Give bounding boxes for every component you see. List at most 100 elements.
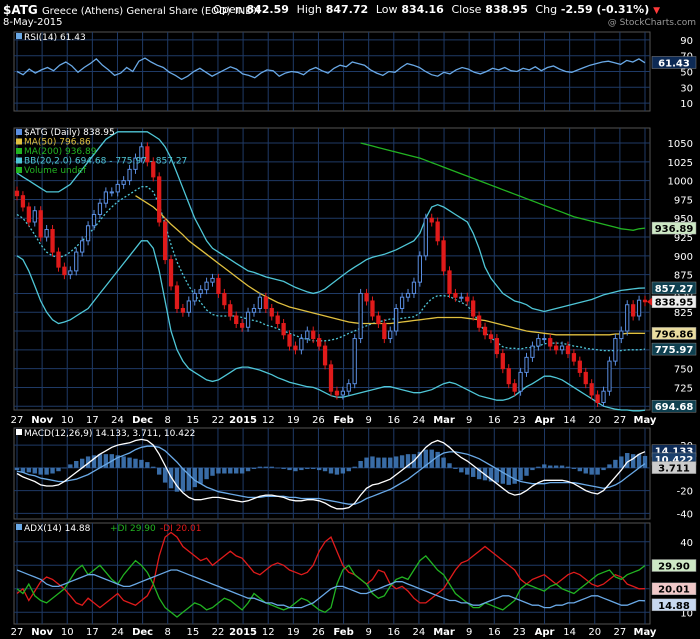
candle-body [417, 255, 423, 283]
macd-histogram-bar [358, 460, 363, 468]
x-tick-label: 16 [387, 627, 400, 638]
x-tick-label: 9 [466, 415, 472, 426]
candle-body [471, 300, 476, 317]
macd-histogram-bar [145, 462, 150, 468]
macd-histogram-bar [305, 467, 310, 469]
x-tick-label: Nov [31, 627, 53, 638]
x-tick-label: 20 [588, 627, 601, 638]
x-tick-label: Mar [433, 627, 455, 638]
candle-body [607, 360, 612, 392]
price-legend-2: MA(200) 936.89 [24, 147, 97, 157]
macd-histogram-bar [311, 467, 316, 469]
macd-histogram-bar [222, 467, 227, 474]
x-tick-label: 19 [287, 627, 300, 638]
x-tick-label: 14 [563, 627, 576, 638]
x-tick-label: 10 [61, 415, 74, 426]
chart-canvas: 9070503010RSI(14) 61.4361.43105010251000… [11, 31, 697, 638]
x-tick-label: 8 [165, 415, 171, 426]
x-tick-label: May [634, 627, 657, 638]
rsi-tick-label: 10 [680, 99, 693, 110]
bb-lower-tag: 694.68 [655, 402, 694, 413]
macd-histogram-bar [32, 467, 37, 474]
plus-di-legend: +DI 29.90 [110, 524, 156, 534]
candle-body [180, 307, 186, 313]
macd-histogram-bar [245, 467, 251, 472]
candle-body [340, 390, 345, 396]
x-tick-label: 17 [86, 415, 99, 426]
candle-body [352, 338, 357, 385]
candle-body [26, 206, 31, 223]
rsi-tick-label: 90 [680, 36, 693, 47]
candle-body [500, 353, 505, 370]
candle-body [234, 315, 239, 325]
candle-body [346, 383, 351, 392]
candle-body [453, 292, 458, 298]
candle-body [263, 296, 268, 309]
macd-histogram-bar [500, 467, 506, 484]
candle-body [636, 299, 642, 317]
candle-body [399, 296, 405, 309]
candle-body [121, 180, 126, 185]
candle-body [56, 251, 61, 268]
candle-body [631, 304, 636, 317]
macd-tick-label: -40 [677, 509, 693, 520]
x-tick-label: 16 [488, 415, 501, 426]
x-tick-label: 27 [614, 415, 627, 426]
candle-body [168, 259, 174, 287]
macd-histogram-bar [512, 467, 517, 484]
price-legend-swatch [16, 167, 22, 173]
macd-histogram-bar [601, 467, 606, 471]
macd-histogram-bar [589, 467, 594, 475]
price-legend-4: Volume undef [24, 166, 87, 176]
price-tick-label: 875 [674, 271, 693, 282]
candle-body [388, 330, 393, 340]
candle-body [411, 281, 417, 294]
x-tick-label: 22 [212, 415, 225, 426]
candle-body [328, 364, 334, 392]
macd-histogram-bar [340, 467, 346, 474]
macd-histogram-bar [364, 457, 369, 468]
macd-histogram-bar [192, 467, 197, 488]
candle-body [577, 360, 582, 373]
candle-body [559, 345, 565, 351]
x-tick-label: 24 [413, 415, 426, 426]
macd-histogram-bar [376, 457, 381, 468]
candle-body [275, 315, 280, 325]
macd-histogram-bar [328, 467, 334, 474]
candle-body [91, 213, 97, 227]
macd-histogram-bar [263, 466, 269, 468]
candle-body [435, 221, 440, 242]
ma200-tag: 936.89 [655, 224, 694, 235]
macd-histogram-bar [583, 467, 588, 474]
macd-histogram-bar [293, 467, 298, 472]
macd-histogram-bar [97, 454, 103, 468]
macd-legend-swatch [16, 429, 22, 435]
candle-body [583, 371, 588, 385]
macd-histogram-bar [393, 456, 399, 468]
macd-histogram-bar [287, 467, 292, 471]
candle-body [482, 326, 488, 336]
macd-histogram-bar [139, 459, 144, 468]
macd-histogram-bar [204, 467, 209, 480]
x-tick-label: 22 [212, 627, 225, 638]
candle-body [553, 345, 559, 351]
macd-tick-label: -20 [677, 487, 693, 498]
candle-body [50, 229, 55, 253]
macd-histogram-bar [346, 467, 351, 472]
macd-histogram-bar [553, 465, 559, 468]
candle-body [394, 307, 399, 332]
candle-body [20, 195, 26, 208]
x-tick-label: Nov [31, 415, 53, 426]
candle-body [619, 330, 624, 340]
candle-body [38, 210, 43, 238]
macd-histogram-bar [465, 467, 470, 475]
candle-body [198, 289, 203, 294]
macd-histogram-bar [470, 467, 476, 477]
candle-body [44, 229, 49, 238]
x-tick-label: 9 [365, 415, 371, 426]
candle-body [382, 323, 387, 340]
macd-histogram-bar [121, 456, 126, 468]
candle-body [370, 300, 375, 317]
x-tick-label: 16 [387, 415, 400, 426]
macd-histogram-bar [74, 460, 79, 468]
